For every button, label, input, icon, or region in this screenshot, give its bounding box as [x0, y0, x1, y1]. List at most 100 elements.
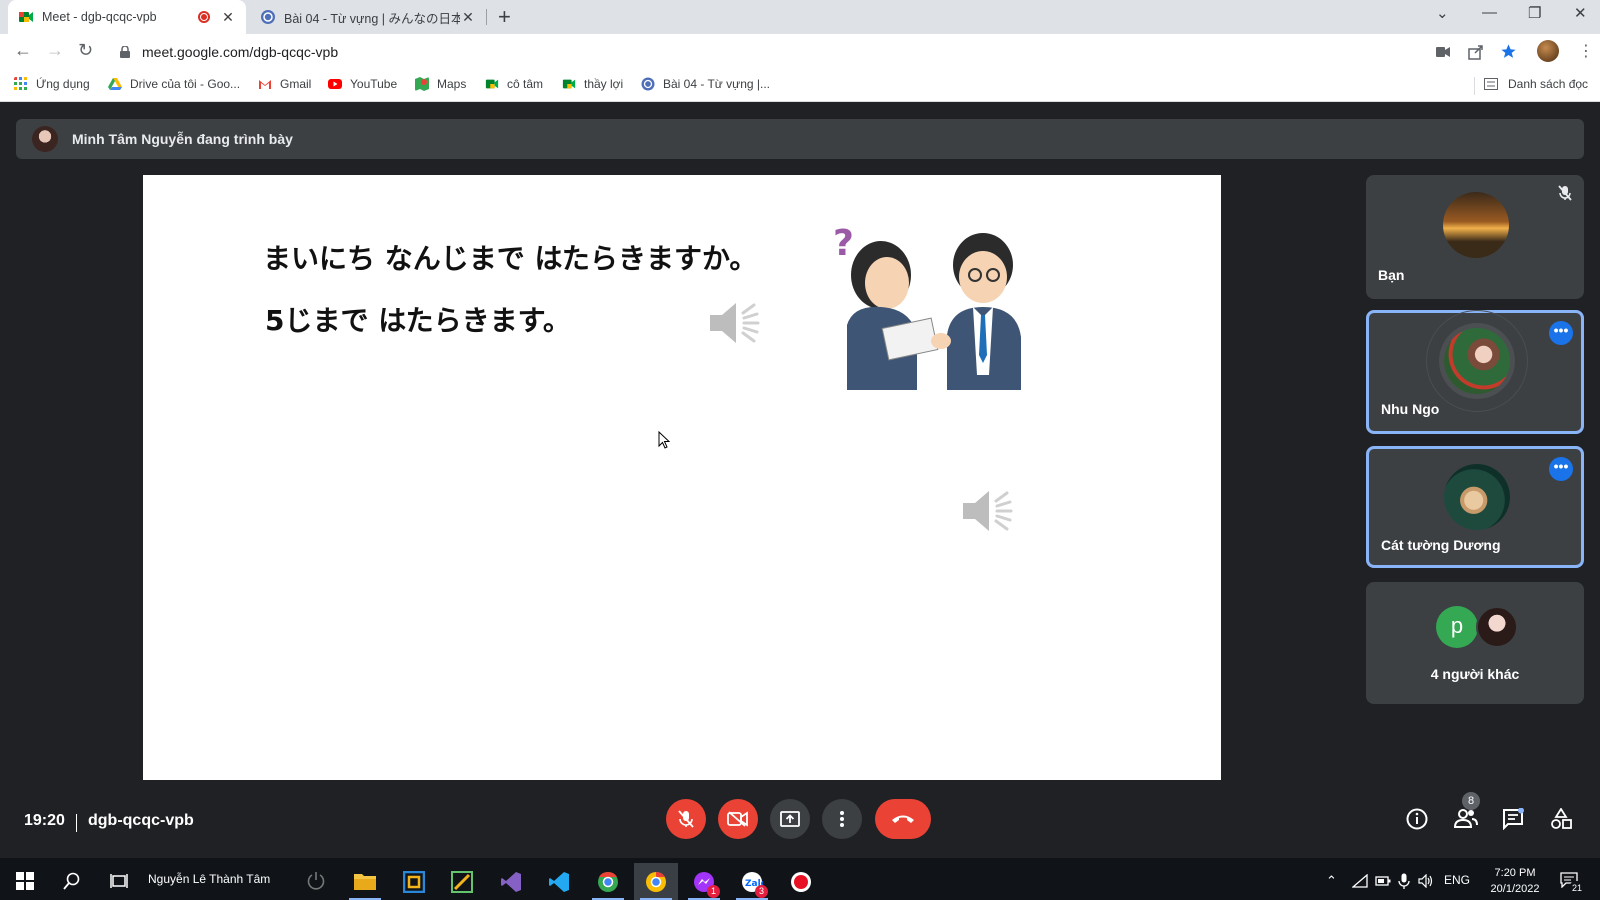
speaker-icon[interactable] — [961, 485, 1017, 537]
tab-title: Meet - dgb-qcqc-vpb — [42, 10, 157, 24]
bookmarks-bar: Ứng dụng Drive của tôi - Goo... Gmail Yo… — [0, 70, 1600, 102]
participant-tile-self[interactable]: Bạn — [1366, 175, 1584, 299]
browser-menu-icon[interactable]: ⋮ — [1578, 41, 1594, 61]
new-tab-icon[interactable]: + — [498, 4, 511, 30]
camera-toggle-button[interactable] — [718, 799, 758, 839]
browser-tabstrip: Meet - dgb-qcqc-vpb ✕ Bài 04 - Từ vựng |… — [0, 0, 1600, 34]
clock-date: 20/1/2022 — [1490, 883, 1540, 895]
share-icon[interactable] — [1468, 44, 1484, 60]
taskbar-messenger[interactable]: 1 — [682, 863, 726, 900]
camera-off-icon — [727, 811, 748, 827]
participant-tile-cat-tuong-duong[interactable]: ••• Cát tường Dương — [1366, 446, 1584, 568]
bookmark-label: thầy lợi — [584, 77, 624, 91]
maps-icon — [415, 77, 429, 91]
reading-list-icon — [1484, 78, 1498, 90]
more-options-button[interactable] — [822, 799, 862, 839]
present-now-button[interactable] — [770, 799, 810, 839]
network-icon[interactable] — [1352, 874, 1368, 888]
windows-start-icon[interactable] — [16, 872, 34, 890]
mic-toggle-button[interactable] — [666, 799, 706, 839]
meet-icon — [562, 79, 576, 89]
shared-slide: まいにち なんじまで はたらきますか。 5じまで はたらきます。 ? — [143, 175, 1221, 780]
snip-icon — [451, 871, 473, 893]
bookmark-thay-loi[interactable]: thầy lợi — [562, 77, 623, 91]
chat-icon[interactable] — [1502, 808, 1524, 830]
bookmark-maps[interactable]: Maps — [415, 77, 466, 91]
profile-avatar[interactable] — [1537, 40, 1559, 62]
presenter-avatar — [32, 126, 58, 152]
info-icon[interactable] — [1406, 808, 1428, 830]
record-icon — [791, 872, 811, 892]
tab-title: Bài 04 - Từ vựng | みんなの日本語 — [284, 11, 460, 26]
divider — [76, 814, 77, 832]
address-bar[interactable]: meet.google.com/dgb-qcqc-vpb — [110, 37, 1580, 67]
apps-grid-icon — [14, 77, 27, 90]
meeting-code: dgb-qcqc-vpb — [88, 812, 194, 829]
restore-icon[interactable]: ❐ — [1528, 4, 1541, 22]
reload-icon[interactable]: ↻ — [78, 40, 93, 61]
visual-studio-icon — [501, 872, 521, 892]
present-screen-icon — [780, 811, 800, 827]
minimize-icon[interactable]: — — [1482, 4, 1497, 21]
tab-separator — [486, 9, 487, 25]
close-tab-icon[interactable]: ✕ — [220, 9, 236, 26]
participant-tile-nhu-ngo[interactable]: ••• Nhu Ngo — [1366, 310, 1584, 434]
bookmark-drive[interactable]: Drive của tôi - Goo... — [108, 77, 240, 91]
taskbar-screen-recorder[interactable] — [779, 863, 823, 900]
microphone-icon[interactable] — [1398, 873, 1410, 889]
input-language[interactable]: ENG — [1444, 873, 1470, 887]
chrome-icon — [646, 871, 666, 892]
reading-list-label: Danh sách đọc — [1508, 77, 1589, 91]
mouse-cursor-icon — [658, 431, 670, 449]
battery-icon[interactable] — [1375, 875, 1391, 887]
tab-search-chevron-icon[interactable]: ⌄ — [1436, 4, 1449, 22]
show-hidden-icons-icon[interactable]: ⌃ — [1326, 873, 1337, 889]
bookmark-gmail[interactable]: Gmail — [258, 77, 311, 91]
taskbar-file-explorer[interactable] — [343, 863, 387, 900]
leave-call-button[interactable] — [875, 799, 931, 839]
close-tab-icon[interactable]: ✕ — [460, 9, 476, 26]
taskbar-snipping-tool[interactable] — [440, 863, 484, 900]
power-icon[interactable] — [306, 871, 326, 891]
volume-icon[interactable] — [1418, 874, 1434, 888]
globe-icon — [641, 77, 655, 91]
participant-tile-others[interactable]: p 4 người khác — [1366, 582, 1584, 704]
taskbar-zalo[interactable]: Zalo3 — [730, 863, 774, 900]
notification-count: 21 — [1569, 881, 1585, 895]
more-options-icon[interactable]: ••• — [1549, 321, 1573, 345]
vscode-icon — [549, 872, 569, 892]
bookmark-label: Maps — [437, 77, 467, 91]
back-icon[interactable]: ← — [14, 40, 32, 61]
bookmark-bai-04[interactable]: Bài 04 - Từ vựng |... — [641, 77, 770, 91]
more-options-icon[interactable]: ••• — [1549, 457, 1573, 481]
url-text: meet.google.com/dgb-qcqc-vpb — [142, 44, 339, 60]
taskbar-user-name: Nguyễn Lê Thành Tâm — [148, 872, 271, 886]
presenter-text: Minh Tâm Nguyễn đang trình bày — [72, 131, 293, 147]
close-window-icon[interactable]: ✕ — [1574, 4, 1587, 22]
meet-icon — [485, 79, 499, 89]
reading-list-button[interactable]: Danh sách đọc — [1484, 77, 1588, 91]
tab-vocab[interactable]: Bài 04 - Từ vựng | みんなの日本語 ✕ — [250, 0, 486, 34]
participant-avatar — [1443, 192, 1509, 258]
activities-icon[interactable] — [1550, 808, 1572, 830]
participant-avatar — [1444, 328, 1510, 394]
bookmark-star-icon[interactable] — [1500, 43, 1517, 60]
camera-in-use-icon[interactable] — [1436, 47, 1450, 57]
people-icon[interactable] — [1454, 808, 1478, 828]
taskbar-app-store[interactable] — [392, 863, 436, 900]
participant-avatar — [1444, 464, 1510, 530]
taskbar-chrome[interactable] — [586, 863, 630, 900]
task-view-icon[interactable] — [110, 873, 128, 889]
tab-meet[interactable]: Meet - dgb-qcqc-vpb ✕ — [8, 0, 246, 34]
bookmark-youtube[interactable]: YouTube — [328, 77, 397, 91]
taskbar-vscode[interactable] — [537, 863, 581, 900]
taskbar-chrome-profile[interactable] — [634, 863, 678, 900]
search-icon[interactable] — [63, 872, 81, 890]
forward-icon[interactable]: → — [46, 40, 64, 61]
bookmark-apps[interactable]: Ứng dụng — [14, 77, 90, 91]
speaker-icon[interactable] — [708, 297, 764, 349]
clock-time: 7:20 PM — [1494, 867, 1536, 879]
taskbar-visual-studio[interactable] — [489, 863, 533, 900]
system-clock[interactable]: 7:20 PM 20/1/2022 — [1480, 865, 1550, 897]
bookmark-co-tam[interactable]: cô tâm — [485, 77, 543, 91]
